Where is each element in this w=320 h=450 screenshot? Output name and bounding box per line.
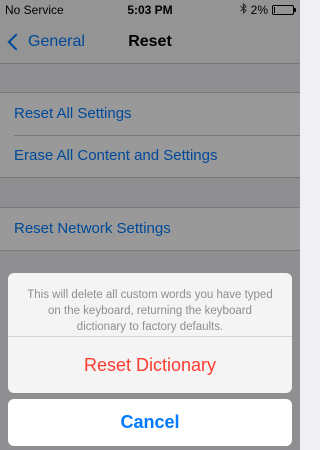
action-sheet: This will delete all custom words you ha…	[8, 273, 292, 393]
reset-dictionary-button[interactable]: Reset Dictionary	[8, 337, 292, 393]
action-sheet-message: This will delete all custom words you ha…	[8, 273, 292, 337]
reset-settings-screen: No Service 5:03 PM 2% General Reset Rese…	[0, 0, 300, 450]
cancel-button[interactable]: Cancel	[8, 399, 292, 446]
